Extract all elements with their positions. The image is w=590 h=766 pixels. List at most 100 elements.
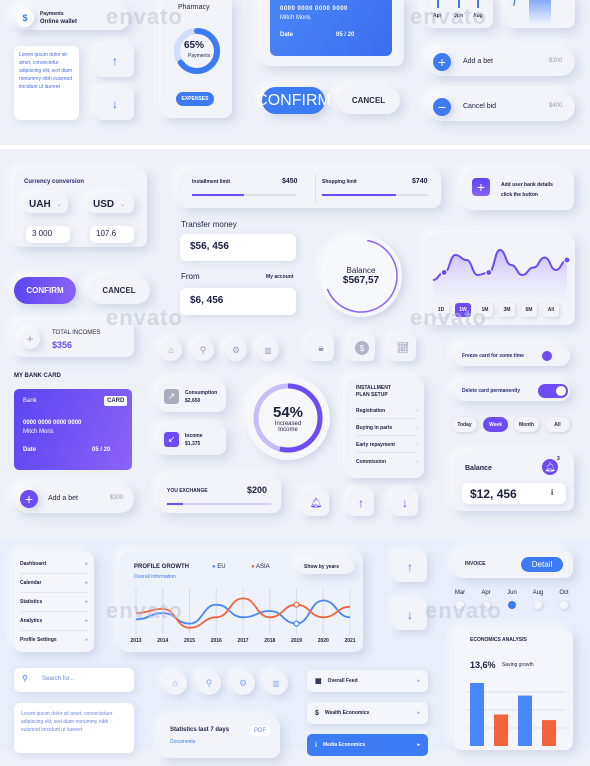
info-icon[interactable]: i	[551, 488, 553, 497]
pdf-badge[interactable]: PDF	[250, 726, 270, 736]
add-bet-row[interactable]: + Add a bet $300	[14, 485, 134, 513]
chart-title: PROFILE GROWTH	[134, 564, 189, 570]
settings-button[interactable]: ⚙	[225, 339, 247, 361]
from-currency-select[interactable]: UAH ⌄	[24, 195, 68, 213]
month-label: Aug	[532, 590, 544, 596]
period-tab-month[interactable]: Month	[514, 417, 539, 432]
lock-icon: 🔒︎	[318, 342, 324, 354]
currency-title: Currency conversion	[24, 179, 85, 185]
cancel-bid-row[interactable]: − Cancel bid $400	[427, 93, 575, 121]
cancel-button[interactable]: CANCEL	[88, 277, 150, 304]
search-box[interactable]: ⚲ Search for...	[14, 668, 134, 692]
freeze-toggle[interactable]	[542, 351, 552, 361]
add-bank-card[interactable]: + Add user bank details click the button	[464, 170, 574, 210]
bell-icon[interactable]: 🔔︎	[542, 459, 558, 475]
home-button[interactable]: ⌂	[160, 339, 182, 361]
exchange-value: $200	[247, 485, 268, 495]
arrow-up-icon: ↑	[112, 54, 118, 68]
chart-subtitle: Overall information	[134, 574, 176, 580]
chevron-right-icon: ›	[416, 459, 418, 465]
transfer-input[interactable]: $56, 456	[180, 234, 296, 261]
month-option-aug[interactable]: Aug	[530, 590, 546, 609]
arrow-down-button[interactable]: ↓	[96, 88, 134, 120]
to-amount-input[interactable]: 107.6	[90, 226, 134, 243]
cancel-button[interactable]: CANCEL	[337, 87, 400, 114]
plan-item[interactable]: Buying in parts ›	[356, 419, 418, 436]
search-input[interactable]: Search for...	[42, 676, 74, 682]
legend-eu: ● EU	[212, 564, 226, 570]
menu-item-dashboard[interactable]: Dashboard ▸	[20, 555, 88, 574]
range-button-3m[interactable]: 3M	[499, 303, 515, 317]
minus-icon: −	[433, 98, 451, 116]
range-button-6m[interactable]: 6M	[521, 303, 537, 317]
plan-item[interactable]: Registration ›	[356, 402, 418, 419]
section-bottom: Dashboard ▸ Calendar ▸ Statistics ▸ Analytics ▸…	[0, 540, 590, 758]
period-tab-today[interactable]: Today	[452, 417, 477, 432]
bell-button[interactable]: 🔔︎	[303, 490, 329, 516]
stats-button[interactable]: ▥	[257, 339, 279, 361]
arrow-up-button[interactable]: ↑	[96, 45, 134, 77]
stats-button[interactable]: ▥	[264, 671, 288, 695]
period-tabs: Today Week Month All	[452, 417, 570, 432]
add-income-button[interactable]: +	[20, 329, 40, 349]
to-currency-select[interactable]: USD ⌄	[88, 195, 134, 213]
from-account[interactable]: My account	[266, 274, 294, 280]
month-option-jun[interactable]: Jun	[504, 590, 520, 609]
menu-item-calendar[interactable]: Calendar ▸	[20, 574, 88, 593]
show-by-dropdown[interactable]: Show by years	[298, 560, 354, 574]
feed-item-wealth-economics[interactable]: $ Wealth Economics ▸	[307, 702, 428, 724]
delete-toggle[interactable]	[538, 384, 568, 398]
period-tab-week[interactable]: Week	[483, 417, 508, 432]
series-point-asia[interactable]	[293, 601, 300, 608]
menu-item-profile-settings[interactable]: Profile Settings ▸	[20, 631, 88, 649]
chevron-right-icon: ›	[416, 425, 418, 431]
arrow-up-button[interactable]: ↑	[393, 552, 427, 582]
from-amount-input[interactable]: 3 000	[26, 226, 70, 243]
expenses-button[interactable]: EXPENSES	[176, 92, 214, 106]
chart-button[interactable]: 📈︎	[390, 335, 416, 361]
range-button-all[interactable]: All	[543, 303, 559, 317]
series-point-eu[interactable]	[293, 620, 300, 627]
blue-bank-card[interactable]: 0000 0000 0000 0000 Mitch Moris Date 05 …	[270, 0, 392, 56]
menu-item-statistics[interactable]: Statistics ▸	[20, 593, 88, 612]
settings-button[interactable]: ⚙	[231, 671, 255, 695]
dollar-button[interactable]: $	[349, 335, 375, 361]
month-option-oct[interactable]: Oct	[556, 590, 572, 609]
search-button[interactable]: ⚲	[197, 671, 221, 695]
freeze-card-row[interactable]: Freeze card for some time	[454, 346, 570, 366]
plan-item[interactable]: Early repayment ›	[356, 436, 418, 453]
x-tick-label: 2015	[184, 638, 195, 644]
exchange-slider[interactable]	[167, 503, 271, 505]
period-tab-all[interactable]: All	[545, 417, 570, 432]
area-chart	[432, 248, 571, 299]
arrow-up-button[interactable]: ↑	[348, 490, 374, 516]
balance-card: Balance 🔔︎ 3 $12, 456 i	[454, 453, 574, 511]
feed-item-overall-feed[interactable]: ▦ Overall Feed ▸	[307, 670, 428, 692]
installment-slider[interactable]	[192, 194, 296, 196]
payments-title: Payments	[40, 11, 64, 17]
invoice-label: INVOICE	[465, 561, 486, 567]
lock-button[interactable]: 🔒︎	[308, 335, 334, 361]
detail-button[interactable]: Detail	[521, 557, 563, 572]
area-point[interactable]	[563, 256, 571, 264]
menu-item-analytics[interactable]: Analytics ▸	[20, 612, 88, 631]
feed-item-media-economics[interactable]: i Media Economics ▸	[307, 734, 428, 756]
home-button[interactable]: ⌂	[163, 671, 187, 695]
arrow-down-button[interactable]: ↓	[392, 490, 418, 516]
delete-card-row[interactable]: Delete card permanently	[454, 381, 570, 401]
area-point[interactable]	[485, 269, 493, 276]
shopping-slider[interactable]	[322, 194, 428, 196]
from-select[interactable]: $6, 456	[180, 288, 296, 315]
gear-icon: ⚙	[231, 344, 241, 355]
add-bet-row[interactable]: + Add a bet $300	[427, 48, 575, 76]
purple-bank-card[interactable]: Bank CARD 0000 0000 0000 0000 Mitch Mori…	[14, 389, 132, 470]
dollar-icon: $	[355, 341, 369, 355]
arrow-down-button[interactable]: ↓	[393, 600, 427, 630]
confirm-button[interactable]: CONFIRM	[256, 87, 331, 114]
stats-link[interactable]: Documents	[170, 739, 195, 745]
confirm-button[interactable]: CONFIRM	[14, 277, 76, 304]
plan-item[interactable]: Commission ›	[356, 453, 418, 469]
search-button[interactable]: ⚲	[192, 339, 214, 361]
area-point[interactable]	[440, 269, 448, 276]
x-tick-label: 2019	[291, 638, 302, 644]
